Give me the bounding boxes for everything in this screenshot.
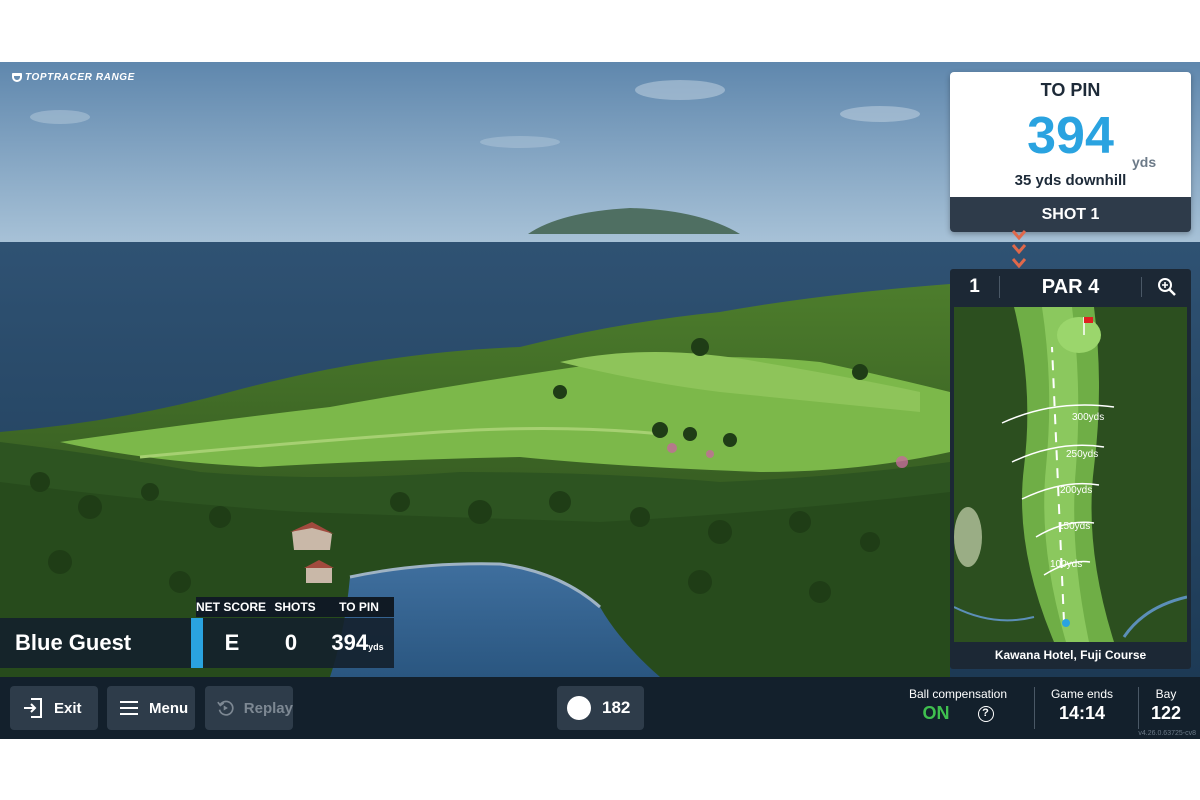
game-ends-label: Game ends (1050, 687, 1114, 701)
ball-compensation: Ball compensation ON ? (900, 687, 1016, 724)
player-row: Blue Guest E 0 394yds (0, 618, 394, 668)
header-to-pin: TO PIN (339, 600, 379, 614)
zoom-button[interactable] (1141, 277, 1191, 297)
marker-150: 150yds (1058, 521, 1090, 532)
course-name: Kawana Hotel, Fuji Course (994, 648, 1147, 662)
exit-label: Exit (54, 699, 82, 717)
to-pin-unit: yds (1132, 154, 1157, 170)
player-color-bar (191, 618, 203, 668)
game-screen: TOPTRACER RANGE TO PIN 394 yds 35 yds do… (0, 62, 1200, 739)
chevron-down-icon (1012, 244, 1026, 254)
marker-300: 300yds (1072, 412, 1104, 423)
version-text: v4.26.0.63725-cv8 (1138, 730, 1196, 737)
hole-par: PAR 4 (1041, 275, 1100, 298)
divider (1138, 687, 1139, 729)
net-score-value: E (224, 630, 240, 655)
ball-icon (567, 696, 591, 720)
toptracer-logo: TOPTRACER RANGE (12, 72, 135, 83)
menu-button[interactable]: Menu (107, 686, 195, 730)
to-pin-value-unit: yds (368, 642, 384, 652)
game-ends: Game ends 14:14 (1042, 687, 1122, 724)
zoom-in-icon (1157, 278, 1176, 296)
bay-value: 122 (1150, 703, 1182, 723)
balls-count: 182 (602, 698, 631, 717)
shot-label: SHOT 1 (950, 197, 1191, 232)
divider (1034, 687, 1035, 729)
tee-marker (1062, 619, 1070, 627)
to-pin-title: TO PIN (1040, 80, 1101, 100)
bay-info: Bay 122 (1144, 687, 1188, 724)
hole-number: 1 (950, 276, 1000, 298)
player-name: Blue Guest (15, 630, 132, 655)
chevron-down-icon (1012, 230, 1026, 240)
bottom-toolbar: Exit Menu Replay 182 Ball compensation O… (0, 677, 1200, 739)
exit-button[interactable]: Exit (10, 686, 98, 730)
logo-text: TOPTRACER RANGE (25, 72, 135, 83)
replay-icon (217, 700, 234, 716)
menu-label: Menu (149, 699, 189, 717)
to-pin-card: TO PIN 394 yds 35 yds downhill SHOT 1 (950, 72, 1191, 232)
shots-value: 0 (284, 630, 298, 655)
exit-icon (24, 698, 42, 718)
header-shots: SHOTS (274, 600, 316, 614)
balls-remaining: 182 (557, 686, 644, 730)
replay-button[interactable]: Replay (205, 686, 293, 730)
ball-compensation-value: ON (922, 703, 950, 723)
ball-compensation-label: Ball compensation (908, 687, 1008, 701)
marker-200: 200yds (1060, 485, 1092, 496)
to-pin-value: 394 (331, 630, 369, 655)
game-ends-value: 14:14 (1058, 703, 1106, 723)
header-net-score: NET SCORE (196, 600, 267, 614)
hole-overview-map: 300yds 250yds 200yds 150yds 100yds (954, 307, 1187, 642)
elevation-change: 35 yds downhill (1014, 172, 1127, 189)
chevron-down-icon (1012, 258, 1026, 268)
marker-250: 250yds (1066, 449, 1098, 460)
hole-map-panel: 1 PAR 4 300yds 250yds 200yds 150yds 100y… (950, 269, 1191, 669)
marker-100: 100yds (1050, 559, 1082, 570)
replay-label: Replay (243, 699, 293, 717)
menu-icon (120, 701, 138, 715)
help-icon[interactable]: ? (977, 705, 994, 722)
bay-label: Bay (1155, 687, 1177, 701)
toptracer-logo-mark (12, 73, 22, 82)
scoreboard: NET SCORE SHOTS TO PIN Blue Guest E 0 39… (0, 597, 394, 668)
